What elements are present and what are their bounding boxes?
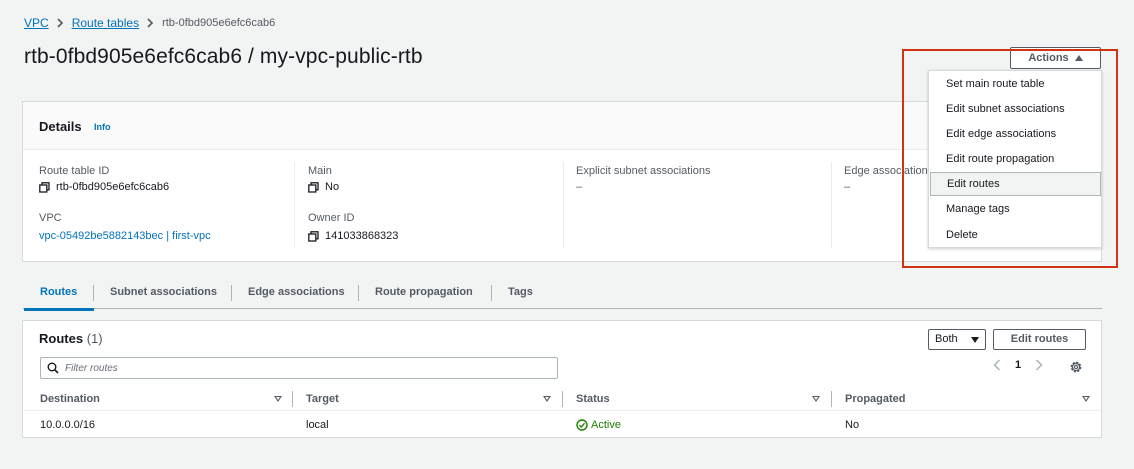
edge-associations-value: – [844,181,851,193]
check-circle-icon [576,419,588,431]
breadcrumb-route-tables-link[interactable]: Route tables [72,16,139,30]
details-title: Details [39,119,82,134]
route-table-id-text: rtb-0fbd905e6efc6cab6 [56,181,170,193]
column-divider [563,162,564,248]
breadcrumb: VPC Route tables rtb-0fbd905e6efc6cab6 [24,16,275,30]
tab-route-propagation[interactable]: Route propagation [375,280,473,309]
sort-icon[interactable] [812,396,820,402]
chevron-right-icon [57,18,64,28]
chevron-right-icon [147,18,154,28]
copy-icon[interactable] [308,181,319,193]
tab-edge-associations[interactable]: Edge associations [248,280,345,309]
copy-icon[interactable] [39,181,50,193]
chevron-right-icon[interactable] [1035,359,1043,371]
table-header: Destination Target Status Propagated [23,387,1101,411]
tab-subnet-associations[interactable]: Subnet associations [110,280,217,309]
info-link[interactable]: Info [94,122,111,132]
sort-icon[interactable] [274,396,282,402]
tab-divider [358,285,359,301]
cell-destination: 10.0.0.0/16 [40,419,96,431]
column-divider[interactable] [562,391,563,407]
filter-routes-field[interactable] [40,357,558,379]
column-divider [294,162,295,248]
explicit-subnet-associations-value: – [576,181,583,193]
sort-icon[interactable] [1082,396,1090,402]
owner-id-label: Owner ID [308,212,355,224]
column-header-target[interactable]: Target [306,393,339,405]
cell-status: Active [576,419,621,431]
explicit-subnet-associations-label: Explicit subnet associations [576,165,711,177]
owner-id-text: 141033868323 [325,230,399,242]
routes-panel: Routes (1) Both Edit routes 1 Destinatio… [22,320,1102,438]
highlight-box [902,49,1118,268]
main-label: Main [308,165,332,177]
page-number[interactable]: 1 [1015,359,1021,371]
breadcrumb-current: rtb-0fbd905e6efc6cab6 [162,17,276,29]
sort-icon[interactable] [543,396,551,402]
route-table-id-value: rtb-0fbd905e6efc6cab6 [39,181,169,193]
gear-icon[interactable] [1069,360,1083,374]
copy-icon[interactable] [308,230,319,242]
column-header-propagated[interactable]: Propagated [845,393,906,405]
vpc-link[interactable]: vpc-05492be5882143bec | first-vpc [39,230,211,242]
tab-tags[interactable]: Tags [508,280,533,309]
route-filter-select-value: Both [935,333,958,345]
caret-down-icon [971,337,979,343]
vpc-label: VPC [39,212,62,224]
tab-bar: Routes Subnet associations Edge associat… [23,280,1102,311]
edit-routes-button[interactable]: Edit routes [993,329,1086,350]
main-value-text: No [325,181,340,193]
cell-status-text: Active [591,419,621,431]
search-icon [47,362,59,374]
routes-title-text: Routes [39,331,84,346]
column-header-destination[interactable]: Destination [40,393,100,405]
tab-divider [93,285,94,301]
owner-id-value: 141033868323 [308,230,398,242]
tab-divider [231,285,232,301]
filter-routes-input[interactable] [65,360,545,376]
pagination: 1 [993,359,1043,371]
main-value: No [308,181,339,193]
column-divider[interactable] [292,391,293,407]
cell-propagated: No [845,419,860,431]
route-filter-select[interactable]: Both [928,329,986,350]
column-divider [831,162,832,248]
cell-target: local [306,419,329,431]
column-header-status[interactable]: Status [576,393,610,405]
column-divider[interactable] [831,391,832,407]
routes-title: Routes (1) [39,331,103,346]
tab-routes[interactable]: Routes [23,280,95,311]
route-table-id-label: Route table ID [39,165,110,177]
chevron-left-icon[interactable] [993,359,1001,371]
routes-count: (1) [86,331,103,346]
page-title: rtb-0fbd905e6efc6cab6 / my-vpc-public-rt… [24,45,423,68]
breadcrumb-vpc-link[interactable]: VPC [24,16,49,30]
tab-divider [491,285,492,301]
